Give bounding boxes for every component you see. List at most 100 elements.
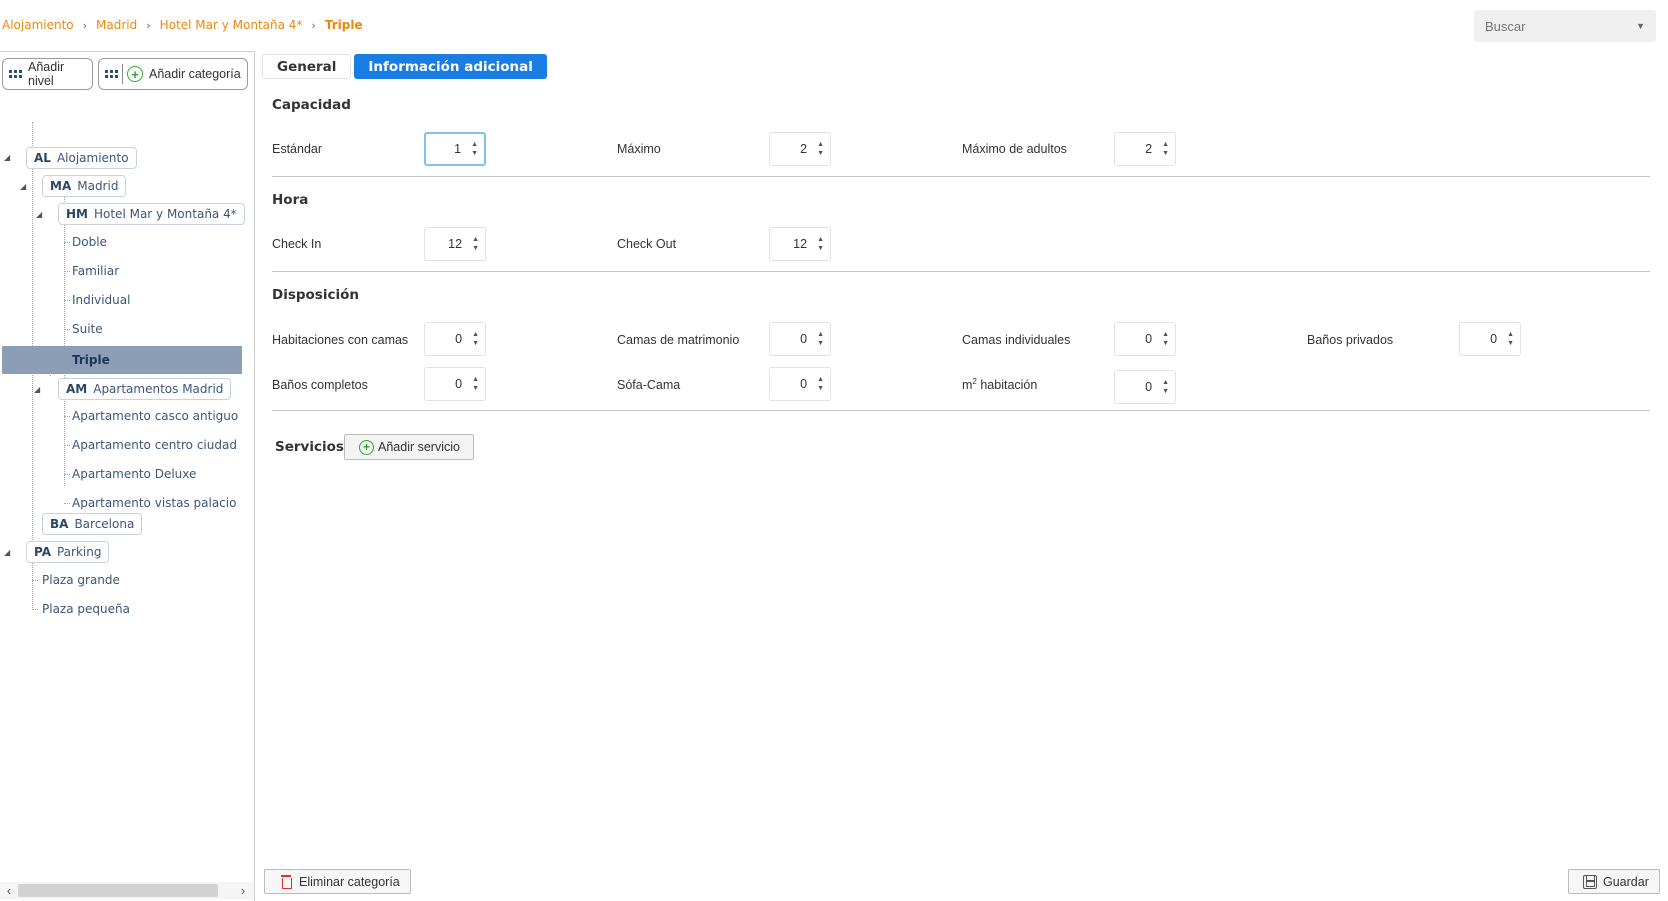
sofa-cama-stepper[interactable]: 0 ▲ ▼ [769, 367, 831, 401]
tree-leaf-doble[interactable]: Doble [72, 232, 107, 252]
camas-individuales-stepper[interactable]: 0 ▲ ▼ [1114, 322, 1176, 356]
collapse-toggle-icon[interactable]: ◢ [4, 153, 10, 162]
search-dropdown[interactable]: Buscar ▼ [1474, 10, 1656, 42]
add-category-button[interactable]: + Añadir categoría [98, 58, 248, 90]
scrollbar-thumb[interactable] [18, 884, 218, 897]
habitaciones-camas-label: Habitaciones con camas [272, 333, 409, 347]
grid-icon [9, 70, 22, 78]
habitaciones-camas-stepper[interactable]: 0 ▲ ▼ [424, 322, 486, 356]
m2-habitacion-label: m2 habitación [962, 377, 1038, 393]
add-level-button[interactable]: Añadir nivel [2, 58, 93, 90]
maximo-label: Máximo [617, 142, 661, 156]
tree-leaf-suite[interactable]: Suite [72, 319, 103, 339]
divider [272, 410, 1650, 411]
add-level-label: Añadir nivel [28, 60, 65, 88]
grid-icon [105, 70, 118, 78]
stepper-arrows-icon[interactable]: ▲ ▼ [1162, 378, 1169, 396]
search-placeholder: Buscar [1485, 18, 1526, 34]
stepper-arrows-icon[interactable]: ▲ ▼ [471, 140, 478, 158]
horizontal-scrollbar[interactable]: ‹ › [0, 882, 254, 899]
add-service-label: Añadir servicio [378, 440, 460, 454]
sofa-cama-label: Sófa-Cama [617, 378, 681, 392]
delete-category-button[interactable]: Eliminar categoría [264, 869, 411, 894]
tab-informacion-adicional[interactable]: Información adicional [354, 54, 547, 79]
add-service-button[interactable]: + Añadir servicio [344, 434, 474, 460]
plus-circle-icon: + [359, 439, 374, 455]
tree-leaf-plaza-pequena[interactable]: Plaza pequeña [42, 599, 130, 619]
collapse-toggle-icon[interactable]: ◢ [4, 548, 10, 557]
tree-node-barcelona[interactable]: BA Barcelona [42, 512, 143, 536]
collapse-toggle-icon[interactable]: ◢ [20, 182, 26, 191]
section-title-disposicion: Disposición [272, 287, 359, 303]
check-in-stepper[interactable]: 12 ▲ ▼ [424, 227, 486, 261]
tree-node-alojamiento[interactable]: AL Alojamiento [26, 146, 137, 170]
tree-leaf-apartamento[interactable]: Apartamento vistas palacio [72, 493, 236, 513]
chevron-left-icon[interactable]: ‹ [0, 883, 18, 898]
save-label: Guardar [1603, 874, 1649, 889]
stepper-arrows-icon[interactable]: ▲ ▼ [817, 375, 824, 393]
plus-circle-icon: + [127, 66, 143, 82]
breadcrumb-item-madrid[interactable]: Madrid [96, 18, 137, 32]
collapse-toggle-icon[interactable]: ◢ [34, 385, 40, 394]
breadcrumb-item-current: Triple [324, 18, 363, 32]
tree-leaf-individual[interactable]: Individual [72, 290, 130, 310]
stepper-arrows-icon[interactable]: ▲ ▼ [472, 375, 479, 393]
save-button[interactable]: Guardar [1568, 869, 1660, 894]
banos-completos-stepper[interactable]: 0 ▲ ▼ [424, 367, 486, 401]
chevron-right-icon: › [82, 18, 88, 32]
breadcrumb: Alojamiento › Madrid › Hotel Mar y Monta… [2, 18, 363, 32]
check-out-stepper[interactable]: 12 ▲ ▼ [769, 227, 831, 261]
banos-privados-label: Baños privados [1307, 333, 1394, 347]
chevron-right-icon: › [146, 18, 151, 32]
section-title-capacidad: Capacidad [272, 97, 351, 113]
tree-leaf-plaza-grande[interactable]: Plaza grande [42, 570, 120, 590]
tree-leaf-apartamento[interactable]: Apartamento centro ciudad [72, 435, 237, 455]
tree-node-hotel[interactable]: HM Hotel Mar y Montaña 4* [58, 202, 245, 226]
stepper-arrows-icon[interactable]: ▲ ▼ [472, 235, 479, 253]
stepper-arrows-icon[interactable]: ▲ ▼ [1162, 140, 1169, 158]
chevron-right-icon[interactable]: › [234, 883, 252, 898]
tree-node-madrid[interactable]: MA Madrid [42, 174, 127, 198]
tree-leaf-apartamento[interactable]: Apartamento Deluxe [72, 464, 196, 484]
tree-node-parking[interactable]: PA Parking [26, 540, 110, 564]
save-icon [1583, 874, 1597, 889]
stepper-arrows-icon[interactable]: ▲ ▼ [472, 330, 479, 348]
category-tree-panel: Añadir nivel + Añadir categoría ◢ AL Aloj… [0, 51, 255, 901]
trash-icon [281, 875, 292, 889]
stepper-arrows-icon[interactable]: ▲ ▼ [1507, 330, 1514, 348]
stepper-arrows-icon[interactable]: ▲ ▼ [1162, 330, 1169, 348]
stepper-arrows-icon[interactable]: ▲ ▼ [817, 235, 824, 253]
section-title-hora: Hora [272, 192, 309, 208]
breadcrumb-item-hotel[interactable]: Hotel Mar y Montaña 4* [160, 18, 303, 32]
banos-completos-label: Baños completos [272, 378, 368, 392]
add-category-label: Añadir categoría [149, 67, 241, 81]
check-out-label: Check Out [617, 237, 677, 251]
tree-leaf-apartamento[interactable]: Apartamento casco antiguo [72, 406, 238, 426]
tree-leaf-triple-selected[interactable]: Triple [2, 346, 242, 374]
tree-node-apartamentos[interactable]: AM Apartamentos Madrid [58, 377, 232, 401]
stepper-arrows-icon[interactable]: ▲ ▼ [817, 140, 824, 158]
banos-privados-stepper[interactable]: 0 ▲ ▼ [1459, 322, 1521, 356]
collapse-toggle-icon[interactable]: ◢ [36, 210, 42, 219]
delete-category-label: Eliminar categoría [299, 874, 400, 889]
maximo-stepper[interactable]: 2 ▲ ▼ [769, 132, 831, 166]
estandar-stepper[interactable]: 1 ▲ ▼ [424, 132, 486, 166]
section-title-servicios: Servicios [275, 439, 344, 455]
m2-habitacion-stepper[interactable]: 0 ▲ ▼ [1114, 370, 1176, 404]
divider [272, 271, 1650, 272]
tree-leaf-familiar[interactable]: Familiar [72, 261, 119, 281]
tab-general[interactable]: General [262, 54, 352, 79]
breadcrumb-item-alojamiento[interactable]: Alojamiento [2, 18, 74, 32]
chevron-down-icon: ▼ [1636, 21, 1645, 31]
maximo-adultos-label: Máximo de adultos [962, 142, 1067, 156]
check-in-label: Check In [272, 237, 322, 251]
chevron-right-icon: › [311, 18, 316, 32]
camas-matrimonio-stepper[interactable]: 0 ▲ ▼ [769, 322, 831, 356]
camas-matrimonio-label: Camas de matrimonio [617, 333, 740, 347]
camas-individuales-label: Camas individuales [962, 333, 1071, 347]
tab-bar: General Información adicional [262, 54, 547, 79]
stepper-arrows-icon[interactable]: ▲ ▼ [817, 330, 824, 348]
maximo-adultos-stepper[interactable]: 2 ▲ ▼ [1114, 132, 1176, 166]
divider [272, 176, 1650, 177]
estandar-label: Estándar [272, 142, 323, 156]
